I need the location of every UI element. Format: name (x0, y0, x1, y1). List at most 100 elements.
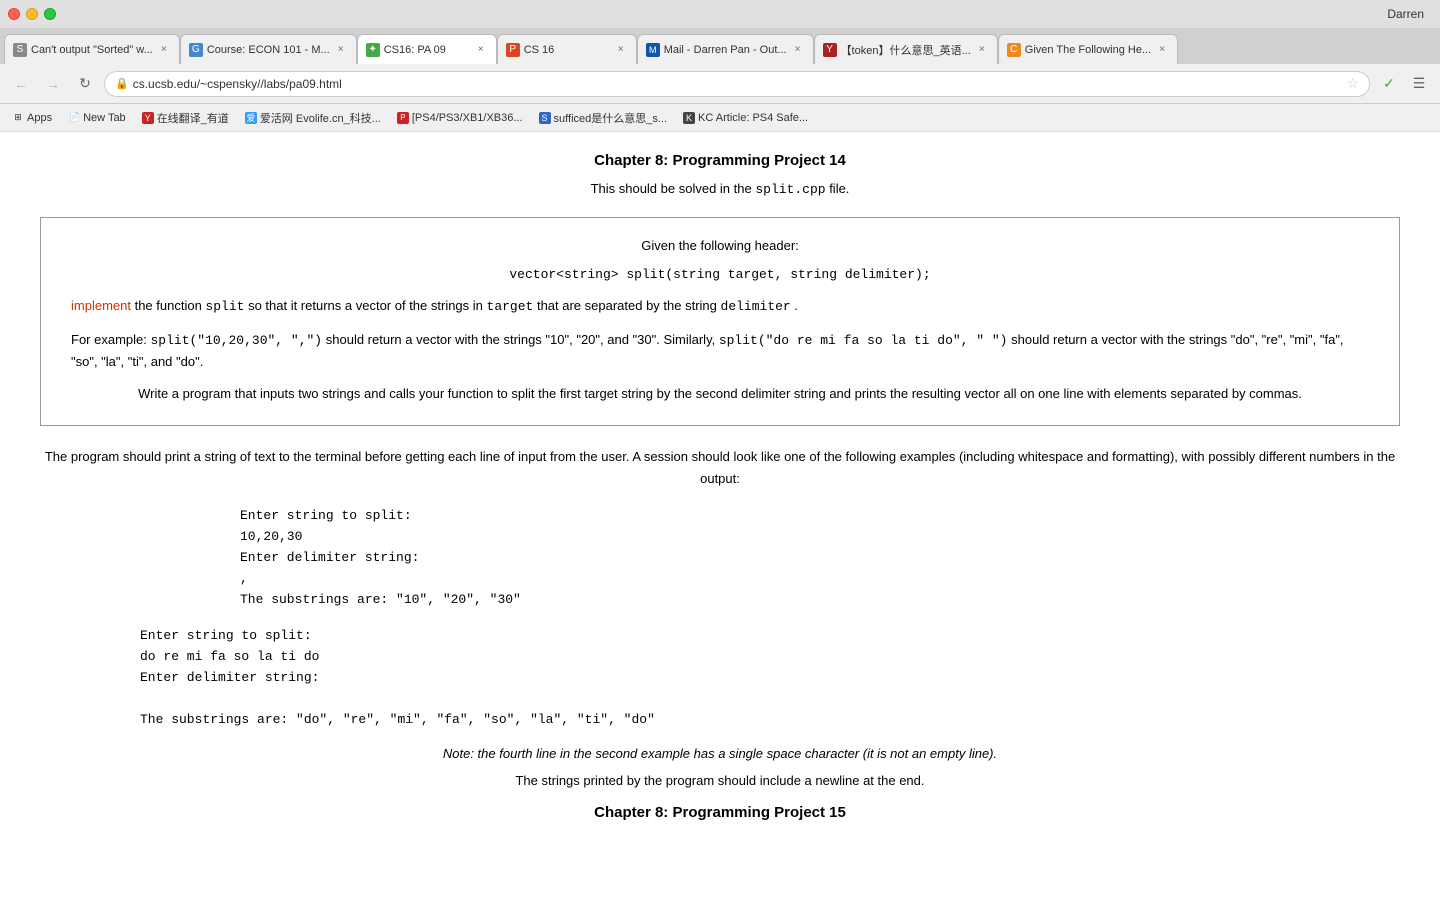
ex1-line2: 10,20,30 (240, 527, 1400, 548)
bookmark-apps-label: Apps (27, 112, 52, 124)
write-program-text: Write a program that inputs two strings … (71, 384, 1369, 405)
tab-title-4: CS 16 (524, 44, 610, 56)
code-example-1: Enter string to split: 10,20,30 Enter de… (40, 506, 1400, 610)
chapter-title-1: Chapter 8: Programming Project 14 (40, 152, 1400, 169)
bookmark-apps[interactable]: ⊞ Apps (8, 110, 56, 126)
impl-target-code: target (487, 299, 534, 314)
kc-favicon: K (683, 112, 695, 124)
tab-favicon-7: C (1007, 43, 1021, 57)
title-bar: Darren (0, 0, 1440, 28)
impl-text-after-red: the function (135, 298, 206, 313)
bookmark-evolife-label: 爱活网 Evolife.cn_科技... (260, 110, 381, 126)
address-bar[interactable]: 🔒 cs.ucsb.edu/~cspensky//labs/pa09.html … (104, 71, 1370, 97)
close-button[interactable] (8, 8, 20, 20)
forward-button[interactable]: → (40, 71, 66, 97)
tab-favicon-5: M (646, 43, 660, 57)
apps-favicon: ⊞ (12, 112, 24, 124)
tab-close-5[interactable]: × (791, 43, 805, 57)
problem-box: Given the following header: vector<strin… (40, 217, 1400, 426)
browser-window: Darren S Can't output "Sorted" w... × G … (0, 0, 1440, 900)
ex2-line5: The substrings are: "do", "re", "mi", "f… (140, 710, 1400, 731)
evolife-favicon: 爱 (245, 112, 257, 124)
tab-close-2[interactable]: × (334, 43, 348, 57)
bookmark-newtab-label: New Tab (83, 112, 126, 124)
ex2-line2: do re mi fa so la ti do (140, 647, 1400, 668)
tab-favicon-4: P (506, 43, 520, 57)
bookmark-evolife[interactable]: 爱 爱活网 Evolife.cn_科技... (241, 108, 385, 128)
tab-favicon-3: ✦ (366, 43, 380, 57)
impl-split-code: split (205, 299, 244, 314)
subtitle-text: This should be solved in the (591, 181, 752, 196)
menu-icon[interactable]: ☰ (1406, 71, 1432, 97)
tab-title-5: Mail - Darren Pan - Out... (664, 44, 787, 56)
example-call1: split("10,20,30", ",") (150, 333, 322, 348)
sufficed-favicon: S (539, 112, 551, 124)
ex1-line1: Enter string to split: (240, 506, 1400, 527)
tab-close-3[interactable]: × (474, 43, 488, 57)
subtitle-code: split.cpp (755, 182, 825, 197)
bookmark-kc[interactable]: K KC Article: PS4 Safe... (679, 110, 812, 126)
program-desc: The program should print a string of tex… (40, 446, 1400, 490)
implement-text: implement the function split so that it … (71, 296, 1369, 318)
note-text: Note: the fourth line in the second exam… (40, 746, 1400, 761)
user-name: Darren (1387, 7, 1432, 21)
bookmark-sufficed-label: sufficed是什么意思_s... (554, 110, 668, 126)
strings-note: The strings printed by the program shoul… (40, 773, 1400, 788)
bookmark-ps4-label: [PS4/PS3/XB1/XB36... (412, 112, 523, 124)
tab-favicon-1: S (13, 43, 27, 57)
extensions-icon[interactable]: ✓ (1376, 71, 1402, 97)
tab-favicon-2: G (189, 43, 203, 57)
ps4-favicon: P (397, 112, 409, 124)
newtab-favicon: 📄 (68, 112, 80, 124)
tab-6[interactable]: Y 【token】什么意思_英语... × (814, 34, 998, 64)
star-icon[interactable]: ☆ (1346, 75, 1359, 92)
bookmark-youdao[interactable]: Y 在线翻译_有道 (138, 108, 233, 128)
page-content: Chapter 8: Programming Project 14 This s… (0, 132, 1440, 900)
tab-close-6[interactable]: × (975, 43, 989, 57)
tab-title-2: Course: ECON 101 - M... (207, 44, 330, 56)
back-button[interactable]: ← (8, 71, 34, 97)
tab-close-4[interactable]: × (614, 43, 628, 57)
tab-favicon-6: Y (823, 43, 837, 57)
address-text: cs.ucsb.edu/~cspensky//labs/pa09.html (133, 77, 1343, 91)
ex2-line3: Enter delimiter string: (140, 668, 1400, 689)
tab-title-3: CS16: PA 09 (384, 44, 470, 56)
example-mid1: should return a vector with the strings … (326, 332, 719, 347)
minimize-button[interactable] (26, 8, 38, 20)
tab-4[interactable]: P CS 16 × (497, 34, 637, 64)
for-example-label: For example: (71, 332, 150, 347)
lock-icon: 🔒 (115, 77, 129, 90)
code-signature: vector<string> split(string target, stri… (71, 267, 1369, 282)
maximize-button[interactable] (44, 8, 56, 20)
bookmark-newtab[interactable]: 📄 New Tab (64, 110, 130, 126)
ex2-line1: Enter string to split: (140, 626, 1400, 647)
impl-so-that: so that it returns a vector of the strin… (248, 298, 486, 313)
bookmark-kc-label: KC Article: PS4 Safe... (698, 112, 808, 124)
reload-button[interactable]: ↻ (72, 71, 98, 97)
ex1-line3: Enter delimiter string: (240, 548, 1400, 569)
ex1-line4: , (240, 569, 1400, 590)
tab-5[interactable]: M Mail - Darren Pan - Out... × (637, 34, 814, 64)
tabs-bar: S Can't output "Sorted" w... × G Course:… (0, 28, 1440, 64)
tab-close-7[interactable]: × (1155, 43, 1169, 57)
tab-close-1[interactable]: × (157, 43, 171, 57)
navigation-bar: ← → ↻ 🔒 cs.ucsb.edu/~cspensky//labs/pa09… (0, 64, 1440, 104)
bookmark-youdao-label: 在线翻译_有道 (157, 110, 229, 126)
impl-separated: that are separated by the string (537, 298, 721, 313)
tab-2[interactable]: G Course: ECON 101 - M... × (180, 34, 357, 64)
tab-1[interactable]: S Can't output "Sorted" w... × (4, 34, 180, 64)
tab-3[interactable]: ✦ CS16: PA 09 × (357, 34, 497, 64)
ex1-line5: The substrings are: "10", "20", "30" (240, 590, 1400, 611)
bookmark-sufficed[interactable]: S sufficed是什么意思_s... (535, 108, 672, 128)
tab-title-7: Given The Following He... (1025, 44, 1151, 56)
impl-period: . (794, 298, 798, 313)
box-header: Given the following header: (71, 238, 1369, 253)
tab-7[interactable]: C Given The Following He... × (998, 34, 1178, 64)
bookmarks-bar: ⊞ Apps 📄 New Tab Y 在线翻译_有道 爱 爱活网 Evolife… (0, 104, 1440, 132)
youdao-favicon: Y (142, 112, 154, 124)
example-text: For example: split("10,20,30", ",") shou… (71, 330, 1369, 373)
tab-title-1: Can't output "Sorted" w... (31, 44, 153, 56)
code-example-2: Enter string to split: do re mi fa so la… (40, 626, 1400, 730)
bookmark-ps4[interactable]: P [PS4/PS3/XB1/XB36... (393, 110, 527, 126)
tab-title-6: 【token】什么意思_英语... (841, 42, 971, 58)
